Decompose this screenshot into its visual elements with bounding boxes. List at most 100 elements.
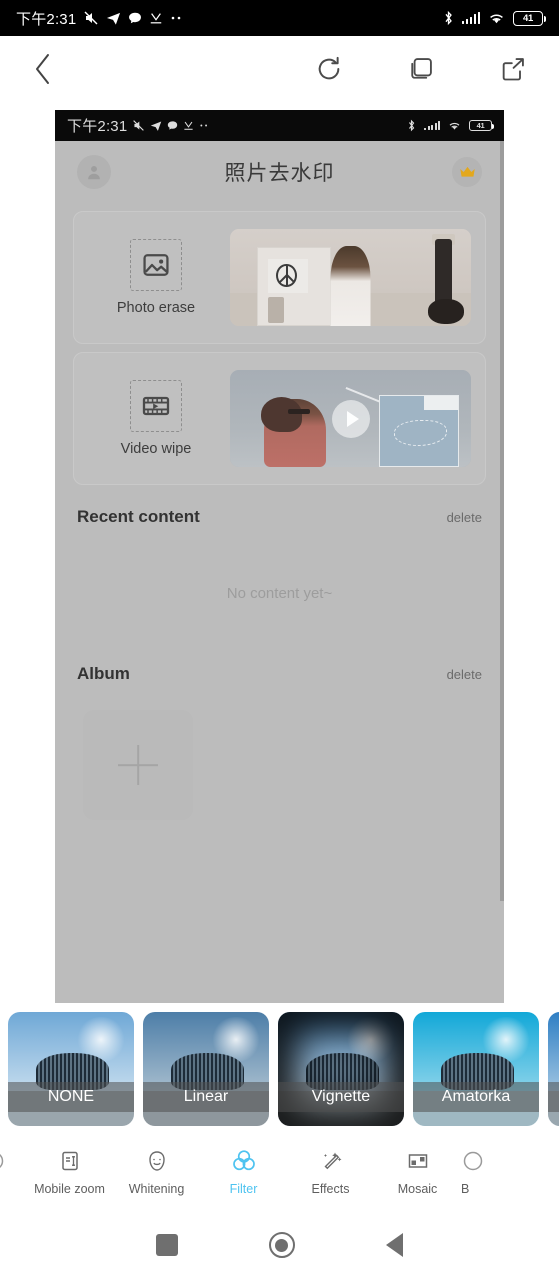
image-crop-icon (130, 239, 182, 291)
wifi-icon (448, 121, 461, 131)
photo-erase-label: Photo erase (116, 300, 196, 316)
filter-thumb-vignette[interactable]: Vignette (278, 1012, 404, 1126)
app-header: 照片去水印 (55, 141, 504, 203)
status-bar-clock: 下午2:31 (16, 10, 77, 28)
photo-erase-left: Photo erase (82, 239, 230, 316)
thumb-guitar-body (427, 298, 464, 325)
page-title: 照片去水印 (224, 162, 335, 185)
back-button[interactable] (0, 52, 86, 86)
filter-thumb-linear[interactable]: Linear (143, 1012, 269, 1126)
browser-nav-bar (0, 36, 559, 102)
share-button[interactable] (467, 55, 559, 83)
recent-empty-text: No content yet~ (226, 585, 333, 602)
more-icon (199, 123, 210, 128)
filter-name (548, 1081, 559, 1113)
mobile-zoom-icon (58, 1148, 82, 1174)
play-icon (331, 399, 370, 438)
scrollbar[interactable] (500, 141, 504, 901)
status-bar-right: 41 (443, 10, 546, 26)
screenshot-preview[interactable]: 下午2:31 41 照片去水印 Photo erase Video wipe R… (55, 110, 504, 1003)
filter-name: NONE (8, 1081, 134, 1113)
filter-icon (231, 1148, 257, 1174)
album-title: Album (77, 664, 130, 683)
message-icon (128, 11, 142, 25)
editor-toolbar[interactable]: eal Mobile zoom Whitening Filter Effects… (0, 1133, 559, 1211)
thumb-person (330, 246, 371, 326)
download-icon (149, 11, 163, 25)
peace-symbol-icon (276, 263, 297, 287)
tool-label: Mobile zoom (34, 1182, 105, 1196)
filter-thumb-amatorka[interactable]: Amatorka (413, 1012, 539, 1126)
video-wipe-card[interactable]: Video wipe (73, 352, 486, 485)
tool-label: B (461, 1182, 470, 1196)
tool-label: Whitening (128, 1182, 185, 1196)
thumb-poster (256, 247, 332, 326)
inner-status-left: 下午2:31 (67, 115, 407, 136)
plus-icon (118, 745, 158, 785)
effects-icon (319, 1148, 343, 1174)
filter-thumb-next[interactable] (548, 1012, 559, 1126)
thumb-inset-tag (423, 396, 458, 411)
inner-status-right: 41 (407, 119, 494, 132)
message-icon (167, 120, 178, 131)
download-icon (183, 120, 194, 131)
album-header: Album delete (77, 664, 482, 684)
inner-clock: 下午2:31 (67, 118, 128, 135)
recent-delete-button[interactable]: delete (447, 510, 482, 525)
whitening-icon (145, 1148, 169, 1174)
tool-heal[interactable]: eal (0, 1148, 26, 1196)
back-icon[interactable] (386, 1233, 404, 1257)
bluetooth-icon (407, 119, 416, 132)
filter-strip[interactable]: NONE Linear Vignette Amatorka (0, 1008, 559, 1130)
filter-name: Amatorka (413, 1081, 539, 1113)
filter-thumb-none[interactable]: NONE (8, 1012, 134, 1126)
album-add-button[interactable] (83, 710, 193, 820)
video-wipe-thumbnail (230, 370, 471, 467)
tool-effects[interactable]: Effects (287, 1148, 374, 1196)
photo-erase-thumbnail (230, 229, 471, 326)
tool-mosaic[interactable]: Mosaic (374, 1148, 461, 1196)
battery-indicator: 41 (469, 119, 494, 132)
filter-name: Linear (143, 1081, 269, 1113)
refresh-button[interactable] (283, 55, 375, 83)
bluetooth-icon (443, 10, 454, 26)
crown-icon[interactable] (452, 157, 482, 187)
battery-indicator: 41 (513, 10, 546, 26)
photo-erase-card[interactable]: Photo erase (73, 211, 486, 344)
inner-status-bar: 下午2:31 41 (55, 110, 504, 141)
recents-icon[interactable] (155, 1234, 178, 1256)
tool-label: Mosaic (397, 1182, 438, 1196)
mute-icon (132, 119, 145, 132)
recent-content-header: Recent content delete (77, 507, 482, 527)
signal-icon (461, 12, 480, 24)
blur-icon (461, 1148, 485, 1174)
telegram-icon (150, 120, 162, 132)
thumb-mini-person (267, 296, 285, 323)
tool-mobile-zoom[interactable]: Mobile zoom (26, 1148, 113, 1196)
signal-icon (424, 121, 440, 130)
android-nav-bar[interactable] (0, 1210, 559, 1280)
tabs-button[interactable] (375, 55, 467, 83)
tool-filter[interactable]: Filter (200, 1148, 287, 1196)
tool-label: Filter (229, 1182, 258, 1196)
video-wipe-left: Video wipe (82, 380, 230, 457)
recent-content-title: Recent content (77, 507, 200, 526)
video-wipe-label: Video wipe (120, 441, 192, 457)
film-crop-icon (130, 380, 182, 432)
wifi-icon (488, 12, 505, 25)
os-status-bar: 下午2:31 41 (0, 0, 559, 36)
tool-label: Effects (311, 1182, 350, 1196)
thumb-woman-hair (261, 397, 303, 433)
home-icon[interactable] (268, 1232, 295, 1258)
tool-whitening[interactable]: Whitening (113, 1148, 200, 1196)
thumb-sunglasses (287, 408, 310, 414)
mosaic-icon (406, 1148, 430, 1174)
telegram-icon (106, 11, 121, 26)
status-bar-left: 下午2:31 (16, 8, 443, 29)
tool-blur[interactable]: B (461, 1148, 505, 1196)
more-icon (170, 15, 184, 21)
filter-name: Vignette (278, 1081, 404, 1113)
album-delete-button[interactable]: delete (447, 667, 482, 682)
heal-icon (0, 1148, 6, 1174)
app-body: 照片去水印 Photo erase Video wipe Recent cont… (55, 141, 504, 1003)
